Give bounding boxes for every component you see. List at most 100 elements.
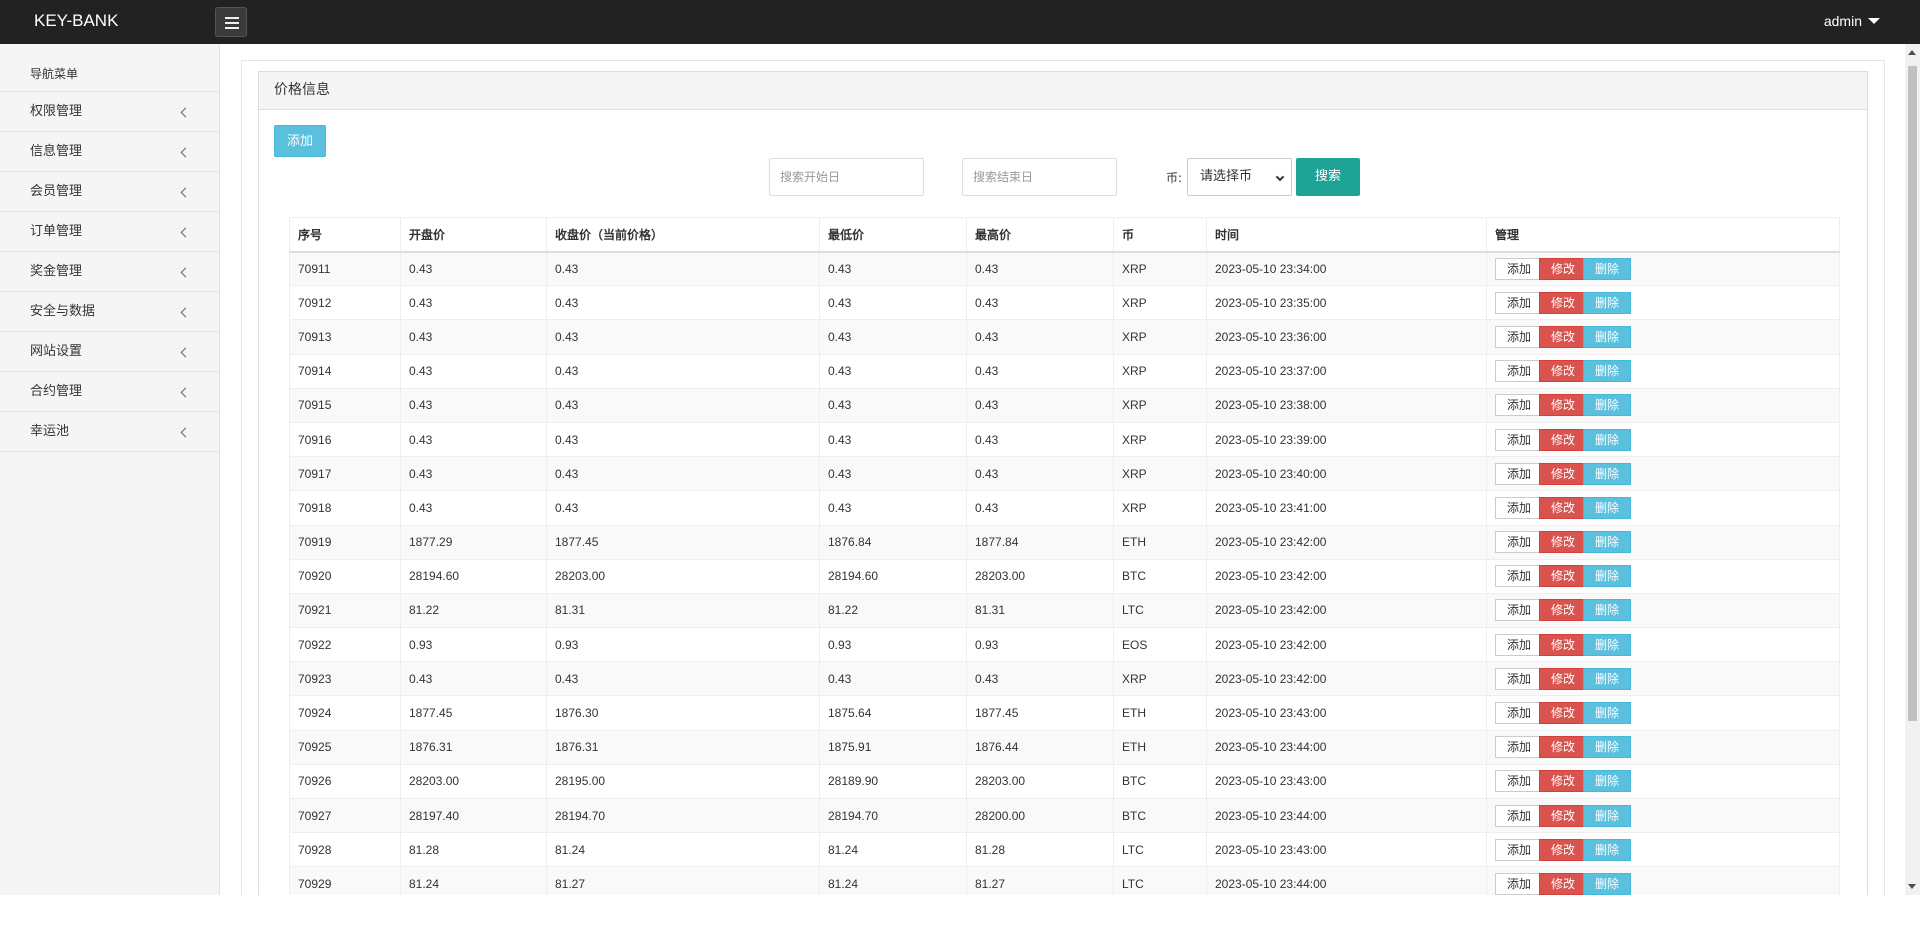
coin-select-value: 请选择币 xyxy=(1200,169,1253,184)
row-edit-button[interactable]: 修改 xyxy=(1539,702,1587,725)
row-delete-button[interactable]: 删除 xyxy=(1583,531,1631,554)
row-edit-button[interactable]: 修改 xyxy=(1539,394,1587,417)
row-add-button[interactable]: 添加 xyxy=(1495,702,1543,725)
table-row: 70919 1877.29 1877.45 1876.84 1877.84 ETH 2023… xyxy=(289,524,1840,560)
row-add-button[interactable]: 添加 xyxy=(1495,599,1543,622)
row-add-button[interactable]: 添加 xyxy=(1495,462,1543,485)
table-cell: 28194.70 xyxy=(819,797,967,834)
table-cell: 1877.84 xyxy=(966,524,1114,560)
row-delete-button[interactable]: 删除 xyxy=(1583,736,1631,759)
row-edit-button[interactable]: 修改 xyxy=(1539,360,1587,383)
row-delete-button[interactable]: 删除 xyxy=(1583,496,1631,519)
sidebar-item[interactable]: 会员管理 xyxy=(0,172,219,212)
row-edit-button[interactable]: 修改 xyxy=(1539,462,1587,485)
sidebar-item[interactable]: 网站设置 xyxy=(0,332,219,372)
row-delete-button[interactable]: 删除 xyxy=(1583,428,1631,451)
row-add-button[interactable]: 添加 xyxy=(1495,257,1543,280)
row-add-button[interactable]: 添加 xyxy=(1495,360,1543,383)
table-cell: XRP xyxy=(1113,456,1207,492)
row-delete-button[interactable]: 删除 xyxy=(1583,838,1631,861)
table-cell: 70929 xyxy=(289,866,401,895)
row-edit-button[interactable]: 修改 xyxy=(1539,667,1587,690)
row-add-button[interactable]: 添加 xyxy=(1495,291,1543,314)
row-edit-button[interactable]: 修改 xyxy=(1539,736,1587,759)
row-edit-button[interactable]: 修改 xyxy=(1539,770,1587,793)
row-add-button[interactable]: 添加 xyxy=(1495,565,1543,588)
table-cell: 70911 xyxy=(289,250,401,287)
table-cell: 70918 xyxy=(289,490,401,526)
row-add-button[interactable]: 添加 xyxy=(1495,667,1543,690)
row-delete-button[interactable]: 删除 xyxy=(1583,770,1631,793)
scrollbar-thumb[interactable] xyxy=(1908,66,1917,721)
sidebar-item[interactable]: 信息管理 xyxy=(0,132,219,172)
row-add-button[interactable]: 添加 xyxy=(1495,428,1543,451)
sidebar-item[interactable]: 合约管理 xyxy=(0,372,219,412)
row-delete-button[interactable]: 删除 xyxy=(1583,565,1631,588)
row-add-button[interactable]: 添加 xyxy=(1495,736,1543,759)
table-cell: ETH xyxy=(1113,695,1207,731)
hamburger-icon[interactable] xyxy=(215,7,247,37)
table-cell: 28195.00 xyxy=(546,763,820,800)
row-delete-button[interactable]: 删除 xyxy=(1583,872,1631,895)
row-delete-button[interactable]: 删除 xyxy=(1583,360,1631,383)
row-edit-button[interactable]: 修改 xyxy=(1539,428,1587,451)
panel-title: 价格信息 xyxy=(259,72,1867,110)
scroll-up-icon[interactable] xyxy=(1908,50,1916,55)
row-delete-button[interactable]: 删除 xyxy=(1583,804,1631,827)
row-delete-button[interactable]: 删除 xyxy=(1583,667,1631,690)
sidebar-item[interactable]: 订单管理 xyxy=(0,212,219,252)
row-add-button[interactable]: 添加 xyxy=(1495,394,1543,417)
row-add-button[interactable]: 添加 xyxy=(1495,872,1543,895)
row-delete-button[interactable]: 删除 xyxy=(1583,702,1631,725)
table-cell: 70917 xyxy=(289,456,401,492)
sidebar-item[interactable]: 幸运池 xyxy=(0,412,219,452)
row-delete-button[interactable]: 删除 xyxy=(1583,325,1631,348)
row-delete-button[interactable]: 删除 xyxy=(1583,291,1631,314)
row-add-button[interactable]: 添加 xyxy=(1495,804,1543,827)
row-edit-button[interactable]: 修改 xyxy=(1539,804,1587,827)
add-button[interactable]: 添加 xyxy=(274,125,326,157)
row-edit-button[interactable]: 修改 xyxy=(1539,257,1587,280)
table-cell: 0.43 xyxy=(400,490,547,526)
row-edit-button[interactable]: 修改 xyxy=(1539,325,1587,348)
row-add-button[interactable]: 添加 xyxy=(1495,531,1543,554)
table-cell: 0.43 xyxy=(546,421,820,458)
row-delete-button[interactable]: 删除 xyxy=(1583,257,1631,280)
row-edit-button[interactable]: 修改 xyxy=(1539,496,1587,519)
row-delete-button[interactable]: 删除 xyxy=(1583,633,1631,656)
table-cell: 0.43 xyxy=(819,456,967,492)
row-edit-button[interactable]: 修改 xyxy=(1539,599,1587,622)
table-cell: BTC xyxy=(1113,797,1207,834)
row-delete-button[interactable]: 删除 xyxy=(1583,599,1631,622)
coin-select[interactable]: 请选择币 xyxy=(1187,158,1292,196)
actions-cell: 添加 修改 删除 xyxy=(1486,592,1840,629)
row-add-button[interactable]: 添加 xyxy=(1495,770,1543,793)
row-add-button[interactable]: 添加 xyxy=(1495,838,1543,861)
row-add-button[interactable]: 添加 xyxy=(1495,496,1543,519)
row-delete-button[interactable]: 删除 xyxy=(1583,462,1631,485)
search-button[interactable]: 搜索 xyxy=(1296,158,1360,196)
row-add-button[interactable]: 添加 xyxy=(1495,633,1543,656)
user-menu[interactable]: admin xyxy=(1824,13,1880,29)
table-cell: 0.43 xyxy=(819,250,967,287)
sidebar-item[interactable]: 奖金管理 xyxy=(0,252,219,292)
row-edit-button[interactable]: 修改 xyxy=(1539,633,1587,656)
row-add-button[interactable]: 添加 xyxy=(1495,325,1543,348)
table-cell: LTC xyxy=(1113,832,1207,868)
end-date-input[interactable] xyxy=(962,158,1117,196)
table-header-row: 序号 开盘价 收盘价（当前价格） 最低价 最高价币时间 管理 xyxy=(289,217,1840,253)
row-edit-button[interactable]: 修改 xyxy=(1539,838,1587,861)
brand-logo[interactable]: KEY-BANK xyxy=(34,11,118,31)
page-scrollbar[interactable] xyxy=(1905,44,1920,895)
row-delete-button[interactable]: 删除 xyxy=(1583,394,1631,417)
sidebar-item[interactable]: 权限管理 xyxy=(0,92,219,132)
row-edit-button[interactable]: 修改 xyxy=(1539,531,1587,554)
row-edit-button[interactable]: 修改 xyxy=(1539,872,1587,895)
row-edit-button[interactable]: 修改 xyxy=(1539,291,1587,314)
scroll-down-icon[interactable] xyxy=(1908,884,1916,889)
row-edit-button[interactable]: 修改 xyxy=(1539,565,1587,588)
table-cell: 28189.90 xyxy=(819,763,967,800)
start-date-input[interactable] xyxy=(769,158,924,196)
sidebar-item[interactable]: 安全与数据 xyxy=(0,292,219,332)
table-row: 70914 0.43 0.43 0.43 0.43 XRP 2023-05-10 23:37… xyxy=(289,353,1840,389)
